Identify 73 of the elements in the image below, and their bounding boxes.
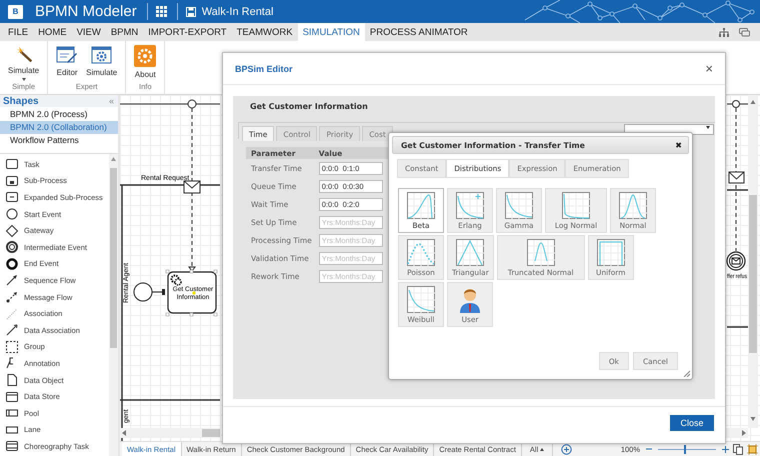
start-event — [134, 282, 152, 302]
scrollbar[interactable] — [748, 95, 758, 428]
menu-tab[interactable]: IMPORT-EXPORT — [143, 23, 232, 41]
ribbon-button[interactable]: About — [132, 41, 158, 81]
settings-badge-icon — [134, 45, 156, 67]
menu-tab[interactable]: FILE — [3, 23, 34, 41]
distribution-curve-icon — [526, 239, 555, 266]
task-shape — [166, 270, 218, 316]
chat-icon[interactable] — [739, 28, 750, 36]
scrollbar[interactable] — [120, 428, 220, 438]
double-circle-icon — [5, 240, 19, 254]
caret-icon — [22, 78, 26, 81]
circle-icon — [5, 207, 19, 222]
menu-tab[interactable]: TEAMWORK — [232, 23, 298, 41]
dotted-line-icon — [5, 306, 19, 321]
distribution-curve-icon — [619, 192, 647, 219]
task-icon — [5, 157, 19, 172]
distribution-curve-icon — [562, 192, 590, 219]
thick-circle-icon — [5, 256, 19, 271]
distribution-curve-icon — [407, 192, 435, 219]
data-store-icon — [5, 390, 19, 404]
arrow-icon — [5, 323, 19, 338]
document-icon — [5, 373, 19, 388]
app-logo: B — [8, 4, 23, 18]
scrollbar[interactable] — [109, 154, 118, 456]
choreography-icon — [5, 439, 19, 454]
distribution-curve-icon — [596, 239, 625, 266]
library-item[interactable]: Workflow Patterns — [0, 134, 118, 147]
envelope-icon — [728, 172, 744, 184]
save-icon[interactable] — [186, 6, 196, 16]
fit-screen-icon[interactable] — [747, 444, 758, 454]
menu-tab[interactable]: BPMN — [106, 23, 144, 41]
window-gear-icon — [90, 45, 113, 65]
distribution-curve-icon — [456, 239, 484, 266]
scroll-right-icon[interactable] — [726, 428, 748, 438]
menu-tab[interactable]: PROCESS ANIMATOR — [364, 23, 473, 41]
diamond-icon — [5, 224, 19, 238]
sub-process-icon — [5, 174, 19, 188]
distribution-curve-icon — [407, 286, 435, 313]
library-item[interactable]: BPMN 2.0 (Process) — [0, 108, 118, 121]
app-title: BPMN Modeler — [35, 3, 137, 20]
task-title: Get Customer Information — [249, 102, 369, 113]
scroll-up-icon[interactable] — [111, 157, 116, 161]
dashed-square-icon — [5, 340, 19, 354]
ribbon-button[interactable]: Editor — [54, 41, 80, 81]
zoom-in-icon[interactable] — [722, 446, 729, 452]
user-icon — [458, 286, 482, 313]
close-button[interactable]: × — [705, 61, 713, 76]
apps-grid-icon[interactable] — [156, 6, 167, 17]
distribution-curve-icon — [407, 239, 435, 266]
menu-tab[interactable]: VIEW — [72, 23, 106, 41]
sequence-flow — [152, 289, 166, 295]
distribution-curve-icon — [505, 192, 533, 219]
document-edit-icon — [56, 45, 78, 65]
close-button[interactable]: ✖ — [675, 140, 682, 150]
panel-title: Shapes — [3, 96, 39, 106]
fit-page-icon[interactable] — [733, 444, 743, 454]
ribbon-button[interactable]: Simulate — [6, 41, 42, 81]
distribution-curve-icon — [456, 192, 484, 219]
dialog-title: BPSim Editor — [235, 64, 293, 74]
ribbon-button[interactable]: Simulate — [84, 41, 120, 81]
hierarchy-icon[interactable] — [719, 28, 729, 36]
resize-grip-icon[interactable] — [683, 370, 690, 377]
arrow-icon — [5, 273, 19, 288]
menu-tab[interactable]: SIMULATION — [298, 23, 365, 41]
close-button[interactable]: Close — [670, 415, 714, 431]
expanded-sub-process-icon — [5, 190, 19, 204]
zoom-out-icon[interactable] — [646, 446, 652, 452]
document-title: Walk-In Rental — [202, 6, 274, 18]
add-icon[interactable] — [561, 444, 572, 454]
menu-tab[interactable]: HOME — [33, 23, 72, 41]
gear-icon — [170, 274, 182, 286]
dashed-arrow-icon — [5, 290, 19, 304]
